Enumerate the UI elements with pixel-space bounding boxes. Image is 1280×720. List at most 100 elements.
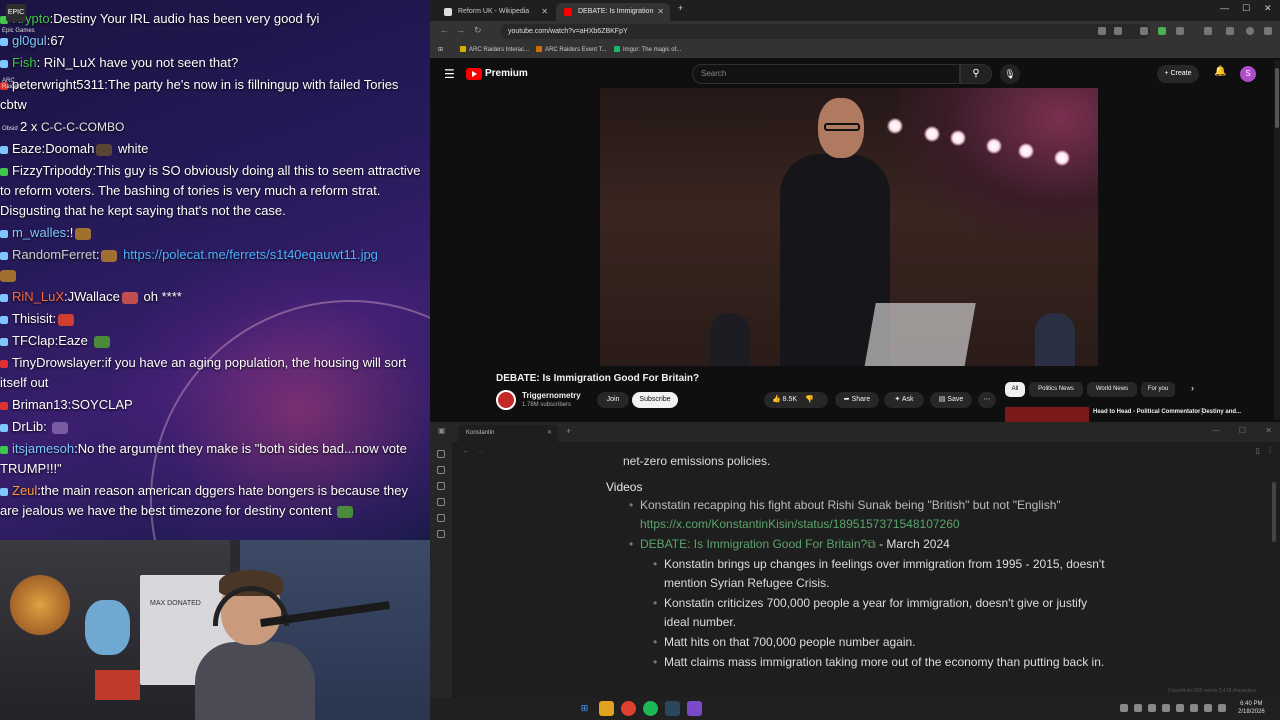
chat-username[interactable]: Thisisit <box>12 311 52 326</box>
account-avatar[interactable]: S <box>1240 66 1256 82</box>
chip-world-news[interactable]: World News <box>1087 382 1137 397</box>
chat-username[interactable]: TinyDrowslayer <box>12 355 101 370</box>
chip-for-you[interactable]: For you <box>1141 382 1175 397</box>
files-icon[interactable] <box>437 450 445 458</box>
channel-name[interactable]: Triggernometry <box>522 391 581 400</box>
profile-icon[interactable] <box>1246 27 1254 35</box>
epic-games-icon[interactable]: EPIC <box>6 4 26 22</box>
chat-link[interactable]: https://polecat.me/ferrets/s1t40eqauwt11… <box>123 247 378 262</box>
minimize-button[interactable]: — <box>1212 426 1220 435</box>
spotify-icon[interactable] <box>643 701 658 716</box>
chat-username[interactable]: RandomFerret <box>12 247 96 262</box>
subscribe-button[interactable]: Subscribe <box>632 392 678 408</box>
reload-icon[interactable]: ↻ <box>474 25 482 36</box>
scrollbar-thumb[interactable] <box>1275 68 1279 128</box>
forward-arrow-icon[interactable]: → <box>456 25 465 35</box>
calendar-icon[interactable] <box>437 498 445 506</box>
note-link[interactable]: DEBATE: Is Immigration Good For Britain? <box>640 537 867 551</box>
share-button[interactable]: ➦ Share <box>835 392 879 408</box>
graph-icon[interactable] <box>437 482 445 490</box>
dislike-icon[interactable]: 👎 <box>805 396 814 403</box>
forward-arrow-icon[interactable]: → <box>476 446 484 455</box>
maximize-button[interactable]: ☐ <box>1239 426 1246 435</box>
chat-username[interactable]: TFClap <box>12 333 55 348</box>
new-tab-button[interactable]: + <box>678 3 683 13</box>
back-arrow-icon[interactable]: ← <box>440 25 449 35</box>
like-count[interactable]: 8.5K <box>783 396 797 403</box>
new-tab-icon[interactable]: + <box>566 426 571 436</box>
note-link[interactable]: https://x.com/KonstantinKisin/status/189… <box>640 517 960 531</box>
recommended-title[interactable]: Head to Head - Political Commentator Des… <box>1093 408 1241 416</box>
close-tab-icon[interactable]: ✕ <box>547 425 552 442</box>
note-tab[interactable]: Konstantin ✕ <box>458 425 558 442</box>
canvas-icon[interactable] <box>437 514 445 522</box>
tray-app-icon[interactable] <box>1148 704 1156 712</box>
rec-menu-icon[interactable]: ⋮ <box>1198 407 1206 416</box>
windows-start-icon[interactable]: ⊞ <box>577 701 592 716</box>
like-icon[interactable]: 👍 <box>772 396 781 403</box>
sidepanel-icon[interactable] <box>1204 27 1212 35</box>
chat-username[interactable]: Zeul <box>12 483 37 498</box>
chat-username[interactable]: FizzyTripoddy <box>12 163 92 178</box>
youtube-logo-icon[interactable] <box>466 68 482 80</box>
close-tab-icon[interactable]: ✕ <box>541 3 548 21</box>
back-arrow-icon[interactable]: ← <box>462 446 470 455</box>
chat-username[interactable]: Eaze <box>12 141 42 156</box>
chip-politics-news[interactable]: Politics News <box>1029 382 1083 397</box>
obsidian-icon[interactable] <box>687 701 702 716</box>
extension-icon[interactable] <box>1176 27 1184 35</box>
youtube-brand[interactable]: Premium <box>485 68 528 79</box>
close-window-button[interactable]: ✕ <box>1265 426 1272 435</box>
sidebar-toggle-icon[interactable]: ▣ <box>438 426 446 435</box>
chat-username[interactable]: Briman13 <box>12 397 68 412</box>
note-scrollbar[interactable] <box>1272 482 1276 542</box>
extension-icon[interactable] <box>1140 27 1148 35</box>
chat-username[interactable]: RiN_LuX <box>12 289 64 304</box>
network-icon[interactable] <box>1190 704 1198 712</box>
tray-app-icon[interactable] <box>1176 704 1184 712</box>
tab-wikipedia[interactable]: Reform UK - Wikipedia ✕ <box>436 3 554 21</box>
url-field[interactable]: youtube.com/watch?v=aHXb6ZBKFpY <box>500 24 1150 39</box>
downloads-icon[interactable] <box>1226 27 1234 35</box>
command-icon[interactable] <box>437 530 445 538</box>
channel-avatar[interactable] <box>496 390 516 410</box>
bookmark-item[interactable]: Imgur: The magic of... <box>614 44 681 56</box>
tab-youtube[interactable]: DEBATE: Is Immigration Go...✕ <box>556 3 670 33</box>
tray-app-icon[interactable] <box>1162 704 1170 712</box>
menu-dots-icon[interactable] <box>1264 27 1272 35</box>
chevron-right-icon[interactable]: › <box>1191 383 1194 393</box>
reading-view-icon[interactable]: ▯ <box>1256 446 1260 455</box>
note-body[interactable]: net-zero emissions policies. Videos Kons… <box>606 452 1113 673</box>
tray-chevron-icon[interactable] <box>1120 704 1128 712</box>
apps-grid-icon[interactable]: ⊞ <box>438 44 443 56</box>
chat-username[interactable]: DrLib <box>12 419 43 434</box>
search-input[interactable]: Search <box>692 64 960 84</box>
bookmark-item[interactable]: ARC Raiders Interac... <box>460 44 529 56</box>
install-icon[interactable] <box>1098 27 1106 35</box>
battery-icon[interactable] <box>1218 704 1226 712</box>
more-actions-icon[interactable]: ⋯ <box>978 392 996 408</box>
tray-app-icon[interactable] <box>1134 704 1142 712</box>
create-button[interactable]: + Create <box>1157 65 1199 83</box>
close-window-button[interactable]: ✕ <box>1264 3 1272 14</box>
notifications-bell-icon[interactable]: 🔔 <box>1214 66 1226 77</box>
video-player[interactable] <box>600 88 1098 366</box>
ask-button[interactable]: ✦ Ask <box>884 392 924 408</box>
bookmark-item[interactable]: ARC Raiders Event T... <box>536 44 607 56</box>
volume-icon[interactable] <box>1204 704 1212 712</box>
file-explorer-icon[interactable] <box>599 701 614 716</box>
maximize-button[interactable]: ☐ <box>1242 3 1250 14</box>
hamburger-menu-icon[interactable]: ☰ <box>444 67 455 81</box>
close-tab-icon[interactable]: ✕ <box>657 3 664 21</box>
chat-username[interactable]: itsjamesoh <box>12 441 74 456</box>
search-icon[interactable] <box>437 466 445 474</box>
chat-username[interactable]: m_walles <box>12 225 66 240</box>
join-button[interactable]: Join <box>597 392 629 408</box>
save-button[interactable]: ▤ Save <box>930 392 972 408</box>
search-icon[interactable]: ⚲ <box>960 64 992 84</box>
chrome-icon[interactable] <box>621 701 636 716</box>
more-options-icon[interactable]: ⋮ <box>1266 446 1274 455</box>
bookmark-star-icon[interactable] <box>1114 27 1122 35</box>
extension-icon[interactable] <box>1158 27 1166 35</box>
minimize-button[interactable]: — <box>1220 3 1229 13</box>
